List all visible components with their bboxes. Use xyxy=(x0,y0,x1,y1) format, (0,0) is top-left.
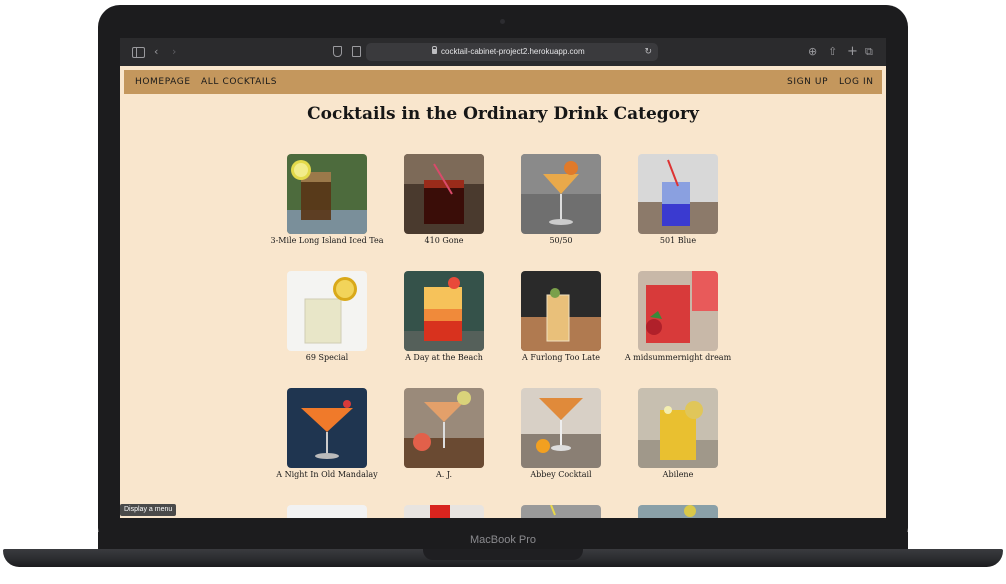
device-model-label: MacBook Pro xyxy=(469,534,537,546)
cocktail-card[interactable] xyxy=(267,505,387,518)
cocktail-card[interactable]: 410 Gone xyxy=(384,154,504,245)
cocktail-image[interactable] xyxy=(404,271,484,351)
address-bar[interactable]: cocktail-cabinet-project2.herokuapp.com … xyxy=(366,43,658,61)
cocktail-image[interactable] xyxy=(521,271,601,351)
cocktail-card[interactable] xyxy=(501,505,621,518)
cocktail-image[interactable] xyxy=(404,505,484,518)
cocktail-card[interactable]: A Night In Old Mandalay xyxy=(267,388,387,479)
download-icon[interactable]: ⊕ xyxy=(808,38,817,66)
site-navbar: HOMEPAGE ALL COCKTAILS SIGN UP LOG IN xyxy=(124,70,882,94)
browser-toolbar: ‹ › cocktail-cabinet-project2.herokuapp.… xyxy=(120,38,886,66)
cocktail-name[interactable]: A. J. xyxy=(384,470,504,479)
cocktail-name[interactable]: A Day at the Beach xyxy=(384,353,504,362)
sidebar-toggle-icon[interactable] xyxy=(132,47,145,58)
cocktail-name[interactable]: A Furlong Too Late xyxy=(501,353,621,362)
cocktail-card[interactable]: Abbey Cocktail xyxy=(501,388,621,479)
cocktail-image[interactable] xyxy=(521,154,601,234)
nav-log-in-link[interactable]: LOG IN xyxy=(839,70,874,94)
cocktail-image[interactable] xyxy=(521,388,601,468)
cocktail-image[interactable] xyxy=(638,388,718,468)
cocktail-card[interactable]: 3-Mile Long Island Iced Tea xyxy=(267,154,387,245)
cocktail-image[interactable] xyxy=(287,154,367,234)
cocktail-name[interactable]: A midsummernight dream xyxy=(618,353,738,362)
cocktail-card[interactable]: 50/50 xyxy=(501,154,621,245)
new-tab-icon[interactable]: + xyxy=(847,38,858,66)
cocktail-card[interactable]: A Day at the Beach xyxy=(384,271,504,362)
cocktail-image[interactable] xyxy=(287,271,367,351)
reload-icon[interactable]: ↻ xyxy=(644,43,652,61)
cocktail-name[interactable]: Abbey Cocktail xyxy=(501,470,621,479)
cocktail-image[interactable] xyxy=(521,505,601,518)
cocktail-card[interactable]: 69 Special xyxy=(267,271,387,362)
cocktail-image[interactable] xyxy=(638,505,718,518)
camera-icon xyxy=(500,19,505,24)
cocktail-name[interactable]: 50/50 xyxy=(501,236,621,245)
url-text: cocktail-cabinet-project2.herokuapp.com xyxy=(441,47,585,56)
privacy-shield-icon[interactable] xyxy=(333,46,342,57)
tab-overview-icon[interactable]: ⧉ xyxy=(865,38,873,66)
cocktail-image[interactable] xyxy=(638,154,718,234)
cocktail-name[interactable]: 69 Special xyxy=(267,353,387,362)
cocktail-card[interactable]: Abilene xyxy=(618,388,738,479)
cocktail-name[interactable]: A Night In Old Mandalay xyxy=(267,470,387,479)
nav-homepage-link[interactable]: HOMEPAGE xyxy=(135,70,191,94)
back-icon[interactable]: ‹ xyxy=(154,38,158,66)
forward-icon[interactable]: › xyxy=(172,38,176,66)
cocktail-card[interactable]: A Furlong Too Late xyxy=(501,271,621,362)
cocktail-card[interactable]: A midsummernight dream xyxy=(618,271,738,362)
nav-all-cocktails-link[interactable]: ALL COCKTAILS xyxy=(201,70,277,94)
cocktail-name[interactable]: 501 Blue xyxy=(618,236,738,245)
lock-icon xyxy=(432,46,437,54)
cocktail-card[interactable]: 501 Blue xyxy=(618,154,738,245)
cocktail-card[interactable] xyxy=(618,505,738,518)
nav-sign-up-link[interactable]: SIGN UP xyxy=(787,70,828,94)
cocktail-card[interactable] xyxy=(384,505,504,518)
cocktail-image[interactable] xyxy=(404,388,484,468)
cocktail-image[interactable] xyxy=(287,388,367,468)
page-title: Cocktails in the Ordinary Drink Category xyxy=(307,104,699,124)
share-icon[interactable]: ⇧ xyxy=(828,38,837,66)
tooltip: Display a menu xyxy=(120,504,177,516)
cocktail-name[interactable]: Abilene xyxy=(618,470,738,479)
laptop-notch xyxy=(423,549,583,560)
screen: ‹ › cocktail-cabinet-project2.herokuapp.… xyxy=(120,38,886,518)
cocktail-image[interactable] xyxy=(638,271,718,351)
cocktail-card[interactable]: A. J. xyxy=(384,388,504,479)
cocktail-name[interactable]: 3-Mile Long Island Iced Tea xyxy=(267,236,387,245)
page-menu-icon[interactable] xyxy=(352,46,361,57)
cocktail-image[interactable] xyxy=(404,154,484,234)
cocktail-name[interactable]: 410 Gone xyxy=(384,236,504,245)
cocktail-image[interactable] xyxy=(287,505,367,518)
